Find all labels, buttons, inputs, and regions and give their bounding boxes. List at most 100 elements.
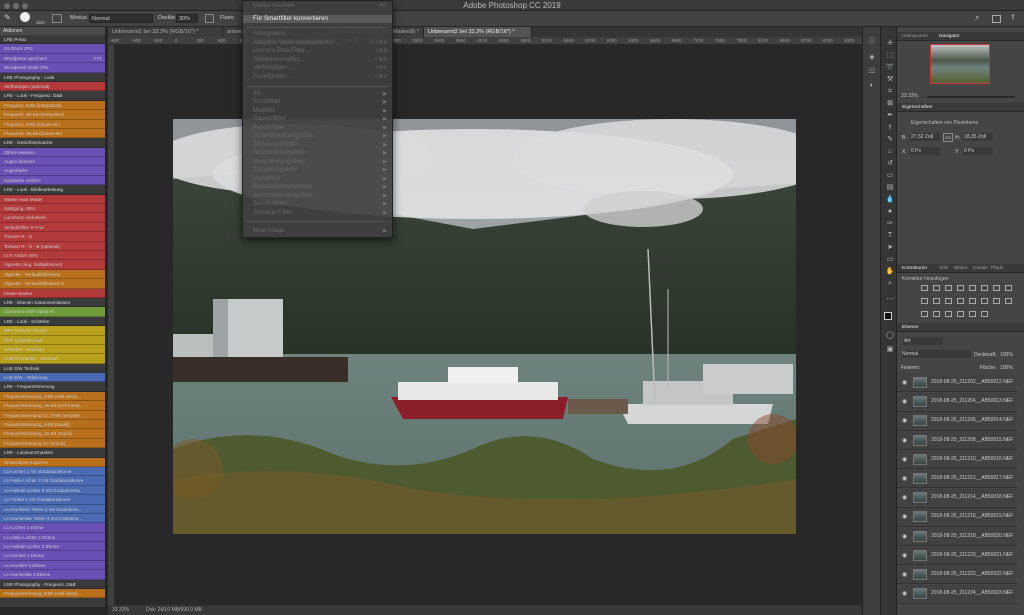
- adjustment-icon[interactable]: [921, 298, 928, 304]
- deckkr-field[interactable]: 30%: [176, 14, 198, 23]
- layer-filter-select[interactable]: Art: [903, 337, 943, 345]
- brush-settings-icon[interactable]: [52, 14, 62, 23]
- action-item[interactable]: LUT Amber 40%: [0, 250, 105, 261]
- filter-menu-item[interactable]: Fluchtpunkt... ⌥⌘V: [243, 73, 392, 81]
- layer-row[interactable]: ◉ 2018-08-25_211216__AB50019.NEF: [897, 508, 1017, 527]
- action-set[interactable]: LRE - Gesichtsretusche: [0, 138, 105, 148]
- action-item[interactable]: LU-Dunklere Tiefen 2 mit Gradations...: [0, 504, 105, 514]
- filter-menu-item[interactable]: Kunstfilter ▶: [243, 98, 392, 106]
- adjustment-icon[interactable]: [1005, 298, 1012, 304]
- adjustment-icon[interactable]: [957, 311, 964, 317]
- action-item[interactable]: HPF Schärfen Weich: [0, 326, 105, 336]
- adjustment-icon[interactable]: [993, 298, 1000, 304]
- action-item[interactable]: Frequenz. 8-Bit (interpoliert): [0, 100, 105, 111]
- info-icon[interactable]: ⓘ: [865, 37, 879, 47]
- action-set[interactable]: LRE - Look - Schärfen: [0, 316, 105, 327]
- lasso-tool-icon[interactable]: ➰: [883, 63, 897, 73]
- action-item[interactable]: Sättigung -30%: [0, 204, 105, 214]
- adjustment-icon[interactable]: [921, 311, 928, 317]
- tab-unbenannt1[interactable]: Unbenannt1 bei 33.3% (RGB/16*) *: [108, 27, 223, 37]
- tab-korrekturen[interactable]: Korrekturen: [902, 266, 927, 271]
- action-item[interactable]: LU-Dunkel 1 Ebene: [0, 551, 105, 561]
- crop-tool-icon[interactable]: ⌗: [883, 87, 897, 97]
- adjustment-icon[interactable]: [993, 285, 1000, 291]
- tab-pfade[interactable]: Pfade: [991, 266, 1004, 271]
- filter-menu-item[interactable]: Strukturierungsfilter ▶: [243, 149, 392, 157]
- layer-row[interactable]: ◉ 2018-08-25_211206__AB50014.NEF: [897, 412, 1017, 431]
- more-tools-icon[interactable]: ⋯: [883, 295, 897, 305]
- action-item[interactable]: LU-Helle Lichter 2 mit Gradationskurve: [0, 476, 105, 486]
- filter-menu-item[interactable]: Sonstige Filter ▶: [243, 209, 392, 217]
- marquee-tool-icon[interactable]: ⬚: [883, 51, 897, 61]
- dodge-tool-icon[interactable]: ●: [883, 207, 897, 217]
- visibility-eye-icon[interactable]: ◉: [902, 590, 907, 597]
- opacity-field[interactable]: 100%: [1000, 352, 1013, 358]
- quick-select-tool-icon[interactable]: ⚒: [883, 75, 897, 85]
- tab-kanaele[interactable]: Kanäle: [973, 266, 988, 271]
- pressure-opacity-icon[interactable]: [205, 14, 214, 23]
- swatches-icon[interactable]: ☷: [865, 67, 879, 77]
- type-tool-icon[interactable]: T: [883, 231, 897, 241]
- action-item[interactable]: 04-Druck JPG: [0, 44, 105, 54]
- visibility-eye-icon[interactable]: ◉: [902, 552, 907, 559]
- healing-tool-icon[interactable]: ⚕: [883, 123, 897, 133]
- action-item[interactable]: Frequenztrennung_16-Bit (Hell interp...: [0, 401, 105, 411]
- brush-tool-icon[interactable]: ✎: [4, 13, 11, 22]
- filter-menu-item[interactable]: Neat Image ▶: [243, 227, 392, 235]
- filter-menu-item[interactable]: Camera Raw-Filter... ⇧⌘A: [243, 47, 392, 55]
- properties-y-field[interactable]: 0 Px: [963, 147, 993, 155]
- action-item[interactable]: Frequenz. 16-Bit (interpoliert): [0, 110, 105, 120]
- path-select-tool-icon[interactable]: ➤: [883, 243, 897, 253]
- adjustment-icon[interactable]: [945, 298, 952, 304]
- visibility-eye-icon[interactable]: ◉: [902, 513, 907, 520]
- frame-tool-icon[interactable]: ⊠: [883, 99, 897, 109]
- action-item[interactable]: Frequenz. 16-Bit (Gauss-W.): [0, 128, 105, 139]
- action-item[interactable]: Matter-Maske: [0, 288, 105, 298]
- action-item[interactable]: LAB S/W - Teiltonung: [0, 373, 105, 383]
- adjustment-icon[interactable]: [957, 285, 964, 291]
- action-item[interactable]: LU-Dunkelste 3 Ebene: [0, 570, 105, 580]
- layer-row[interactable]: ◉ 2018-08-25_211202__AB50012.NEF: [897, 374, 1017, 393]
- action-item[interactable]: LU-Lichter 1 Ebene: [0, 523, 105, 533]
- properties-link-button[interactable]: GO: [943, 133, 954, 142]
- brush-tool-icon[interactable]: ✎: [883, 135, 897, 145]
- action-set[interactable]: LRE Photography - Look: [0, 72, 105, 82]
- adjustment-icon[interactable]: [933, 298, 940, 304]
- action-item[interactable]: Augenfarbe: [0, 166, 105, 176]
- layer-row[interactable]: ◉ 2018-08-25_211210__AB50016.NEF: [897, 450, 1017, 470]
- action-item[interactable]: Frequenztrennung CC (Hell interpolie...: [0, 410, 105, 421]
- adjustment-icon[interactable]: [981, 285, 988, 291]
- action-set[interactable]: LRE Photography - Frequenz. D&B: [0, 579, 105, 590]
- action-item[interactable]: Schärfen - unscharf: [0, 344, 105, 355]
- action-item[interactable]: LU-Helle Lichter 2 Ebene: [0, 532, 105, 543]
- visibility-eye-icon[interactable]: ◉: [902, 494, 907, 501]
- action-item[interactable]: LU-Hellste Lichter 3 mit Gradationsku...: [0, 485, 105, 496]
- hand-tool-icon[interactable]: ✋: [883, 267, 897, 277]
- filter-menu-item[interactable]: Zeichenfilter ▶: [243, 200, 392, 208]
- filter-menu-item[interactable]: Filtergalerie...: [243, 30, 392, 38]
- action-item[interactable]: Vignette - Verlaufsfüllebene: [0, 269, 105, 280]
- zoom-tool-icon[interactable]: ⌕: [883, 279, 897, 289]
- visibility-eye-icon[interactable]: ◉: [902, 417, 907, 424]
- color-icon[interactable]: ◐: [865, 81, 879, 91]
- action-set[interactable]: LRE - Look - Bildbearbeitung: [0, 185, 105, 195]
- action-item[interactable]: Wordpress 2048-70%: [0, 63, 105, 73]
- action-item[interactable]: Comment-Shift-Option-E: [0, 307, 105, 317]
- tab-histogramm[interactable]: Histogramm: [902, 34, 928, 39]
- action-item[interactable]: Frequenztrennung_8-Bit (Hell interp...: [0, 589, 105, 599]
- action-item[interactable]: LU-Dunkelste Tiefen 3 mit Gradation...: [0, 513, 105, 524]
- layer-row[interactable]: ◉ 2018-08-25_211220__AB50021.NEF: [897, 546, 1017, 566]
- action-item[interactable]: LU-Lichter 1 mit Gradationskurve: [0, 466, 105, 477]
- pen-tool-icon[interactable]: ✑: [883, 219, 897, 229]
- visibility-eye-icon[interactable]: ◉: [902, 475, 907, 482]
- action-item[interactable]: Zähne weissen: [0, 147, 105, 158]
- blend-mode-select[interactable]: Normal: [901, 350, 971, 358]
- action-item[interactable]: Verlaufsfilter S-T-W: [0, 222, 105, 233]
- action-item[interactable]: LAB H schärfen - unscharf: [0, 354, 105, 364]
- share-icon[interactable]: ⇪: [1010, 13, 1016, 21]
- tab-unbenannt2[interactable]: Unbenannt2 bei 33.3% (RGB/16*) *: [424, 27, 532, 37]
- action-item[interactable]: Frequenztrennung CC (Gauß): [0, 438, 105, 449]
- action-item[interactable]: LU-Tiefen 1 mit Gradationskurve: [0, 495, 105, 505]
- layer-row[interactable]: ◉ 2018-08-25_211218__AB50020.NEF: [897, 527, 1017, 546]
- fill-field[interactable]: 100%: [1000, 365, 1013, 371]
